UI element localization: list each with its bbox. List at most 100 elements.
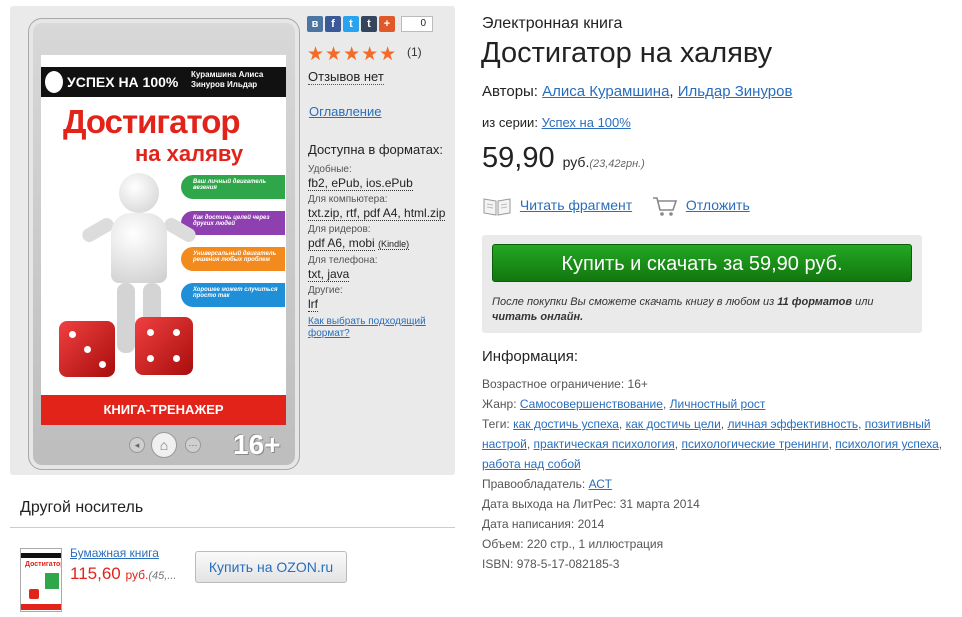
info-tags-row: Теги: как достичь успеха, как достичь це… xyxy=(482,417,943,471)
tag-link[interactable]: работа над собой xyxy=(482,457,581,471)
share-count: 0 xyxy=(401,16,433,32)
reviews-link[interactable]: Отзывов нет xyxy=(308,69,384,85)
format-list[interactable]: lrf xyxy=(308,297,318,312)
tumblr-icon[interactable]: t xyxy=(361,16,377,32)
info-label: ISBN: xyxy=(482,557,514,571)
cover-title-line1: Достигатор xyxy=(63,103,241,140)
series-label: из серии: xyxy=(482,115,538,130)
format-group-label: Для ридеров: xyxy=(308,224,371,235)
book-cover[interactable]: УСПЕХ НА 100% Курамшина Алиса Зинуров Ил… xyxy=(41,55,286,425)
tag-link[interactable]: личная эффективность xyxy=(727,417,858,431)
format-group-values[interactable]: pdf A6, mobi (Kindle) xyxy=(308,236,453,252)
info-label: Объем: xyxy=(482,537,524,551)
cover-die xyxy=(135,317,193,375)
paper-book-link[interactable]: Бумажная книга xyxy=(70,546,159,560)
rights-holder-link[interactable]: АСТ xyxy=(589,477,612,491)
reader-prev-icon[interactable]: ◂ xyxy=(129,437,145,453)
reader-menu-icon[interactable]: ⋯ xyxy=(185,437,201,453)
price-value: 59,90 xyxy=(482,142,555,174)
cover-figure-leg xyxy=(117,283,135,353)
cart-icon xyxy=(653,197,678,216)
facebook-icon[interactable]: f xyxy=(325,16,341,32)
format-list[interactable]: txt, java xyxy=(308,267,350,282)
format-group-values[interactable]: fb2, ePub, ios.ePub xyxy=(308,176,453,191)
author-link[interactable]: Ильдар Зинуров xyxy=(678,83,793,100)
social-share-bar: в f t t +0 xyxy=(307,16,433,33)
rating-stars[interactable]: ★★★★★ xyxy=(307,43,397,66)
genre-link[interactable]: Личностный рост xyxy=(670,397,766,411)
tag-link[interactable]: психология успеха xyxy=(835,437,939,451)
buy-note-read-online: читать онлайн. xyxy=(492,311,584,323)
book-kind: Электронная книга xyxy=(482,15,623,32)
info-label: Жанр: xyxy=(482,397,517,411)
info-volume-value: 220 стр., 1 иллюстрация xyxy=(526,537,664,551)
rating-count: (1) xyxy=(407,45,422,59)
info-label: Дата написания: xyxy=(482,517,575,531)
format-group-label: Удобные: xyxy=(308,164,352,175)
cover-bottom-label: КНИГА-ТРЕНАЖЕР xyxy=(41,395,286,425)
info-isbn-row: ISBN: 978-5-17-082185-3 xyxy=(482,554,952,574)
twitter-icon[interactable]: t xyxy=(343,16,359,32)
cover-feature-bar: Как достичь целей через других людей xyxy=(181,211,285,235)
tag-link[interactable]: как достичь успеха xyxy=(513,417,619,431)
info-label: Дата выхода на ЛитРес: xyxy=(482,497,617,511)
buy-note-text: После покупки Вы сможете скачать книгу в… xyxy=(492,296,778,308)
ebook-reader-frame: УСПЕХ НА 100% Курамшина Алиса Зинуров Ил… xyxy=(28,18,300,470)
info-label: Правообладатель: xyxy=(482,477,586,491)
format-list[interactable]: fb2, ePub, ios.ePub xyxy=(308,176,413,191)
read-fragment-action[interactable]: Читать фрагмент xyxy=(482,195,632,217)
read-fragment-link[interactable]: Читать фрагмент xyxy=(520,197,632,213)
info-release-value: 31 марта 2014 xyxy=(619,497,700,511)
info-heading: Информация: xyxy=(482,348,579,365)
cover-authors: Курамшина Алиса Зинуров Ильдар xyxy=(191,70,263,90)
buy-note-formats: 11 форматов xyxy=(777,296,853,308)
authors-label: Авторы: xyxy=(482,83,538,100)
paper-book-thumbnail[interactable]: Достигатор xyxy=(20,548,62,612)
format-note: (Kindle) xyxy=(378,239,410,250)
info-age-row: Возрастное ограничение: 16+ xyxy=(482,374,952,394)
info-block: Возрастное ограничение: 16+ Жанр: Самосо… xyxy=(482,374,952,574)
postpone-link[interactable]: Отложить xyxy=(686,197,750,213)
info-age-value: 16+ xyxy=(627,377,648,391)
google-plus-icon[interactable]: + xyxy=(379,16,395,32)
age-rating-badge: 16+ xyxy=(233,429,281,460)
tag-link[interactable]: практическая психология xyxy=(534,437,675,451)
cover-feature-bar: Хорошее может случиться просто так xyxy=(181,283,285,307)
cover-author-2: Зинуров Ильдар xyxy=(191,80,258,89)
ebook-price: 59,90 руб.(23,42грн.) xyxy=(482,142,645,175)
series-link[interactable]: Успех на 100% xyxy=(542,115,631,130)
how-to-choose-format-link[interactable]: Как выбрать подходящий формат? xyxy=(308,316,453,340)
price-currency: руб. xyxy=(562,154,590,170)
format-group-label: Для телефона: xyxy=(308,255,378,266)
buy-on-ozon-button[interactable]: Купить на OZON.ru xyxy=(195,551,347,583)
series-line: из серии: Успех на 100% xyxy=(482,115,631,130)
postpone-action[interactable]: Отложить xyxy=(652,195,750,217)
format-group-label: Для компьютера: xyxy=(308,194,388,205)
toc-link[interactable]: Оглавление xyxy=(309,104,381,119)
cover-figure-head xyxy=(119,173,159,213)
info-written-value: 2014 xyxy=(577,517,605,531)
genre-link[interactable]: Самосовершенствование xyxy=(520,397,663,411)
format-list[interactable]: pdf A6, mobi xyxy=(308,236,375,251)
formats-block: Доступна в форматах: Удобные: fb2, ePub, … xyxy=(308,142,453,340)
format-group-values[interactable]: lrf xyxy=(308,297,453,312)
buy-and-download-button[interactable]: Купить и скачать за 59,90 руб. xyxy=(492,244,912,282)
buy-box: Купить и скачать за 59,90 руб. После пок… xyxy=(482,235,922,333)
format-list[interactable]: txt.zip, rtf, pdf A4, html.zip xyxy=(308,206,446,221)
author-link[interactable]: Алиса Курамшина xyxy=(542,83,669,100)
format-group-values[interactable]: txt, java xyxy=(308,267,453,282)
format-group-values[interactable]: txt.zip, rtf, pdf A4, html.zip xyxy=(308,206,453,221)
info-rights-row: Правообладатель: АСТ xyxy=(482,474,952,494)
cover-series: УСПЕХ НА 100% xyxy=(67,74,179,90)
info-volume-row: Объем: 220 стр., 1 иллюстрация xyxy=(482,534,952,554)
vk-icon[interactable]: в xyxy=(307,16,323,32)
tag-link[interactable]: как достичь цели xyxy=(626,417,721,431)
tag-link[interactable]: психологические тренинги xyxy=(681,437,828,451)
paper-price-grn: (45,... xyxy=(148,570,177,582)
paper-price-currency: руб. xyxy=(125,568,149,582)
cover-feature-bar: Ваш личный двигатель везения xyxy=(181,175,285,199)
info-label: Возрастное ограничение: xyxy=(482,377,625,391)
reader-home-icon[interactable]: ⌂ xyxy=(151,432,177,458)
price-grn: (23,42грн.) xyxy=(589,158,645,170)
book-title: Достигатор на халяву xyxy=(481,37,773,69)
